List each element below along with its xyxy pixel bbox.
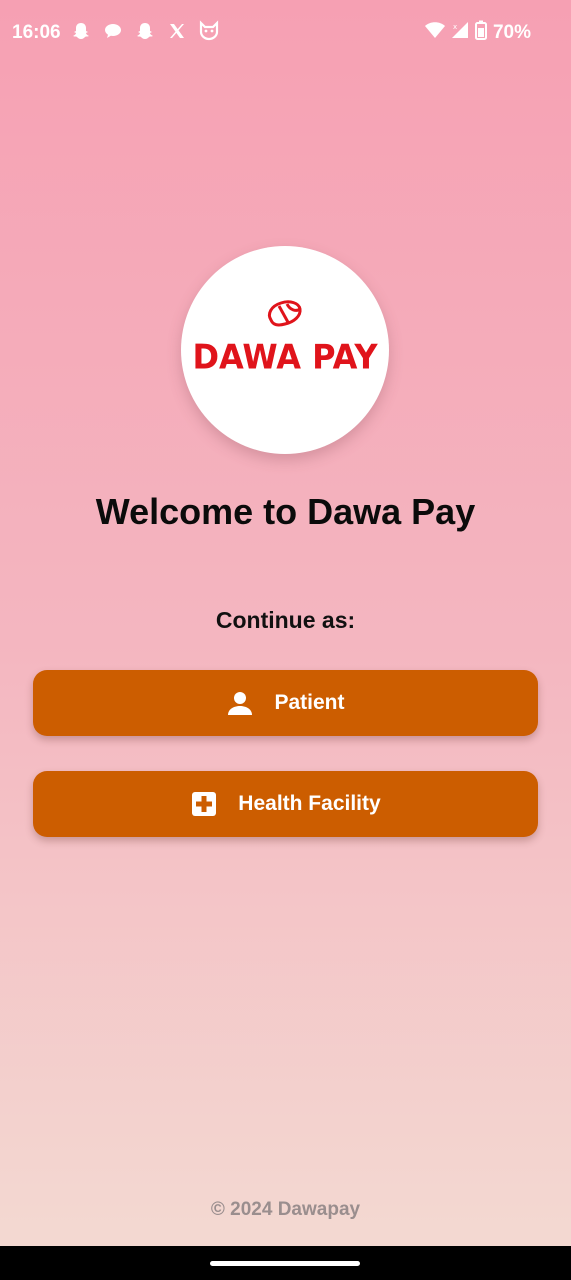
wifi-icon: [424, 21, 445, 44]
app-logo: DAWA PAY: [181, 246, 389, 454]
navigation-bar: [0, 1246, 571, 1280]
x-icon: [166, 20, 188, 42]
continue-as-label: Continue as:: [215, 607, 356, 633]
battery-icon: [474, 20, 487, 45]
pill-icon: [267, 300, 302, 327]
notification-icons: [70, 20, 220, 42]
svg-text:x: x: [453, 23, 457, 31]
health-facility-button[interactable]: Health Facility: [33, 771, 538, 837]
app-screen: 16:06 x 70% DAWA PAY Welcome to Dawa Pay…: [0, 0, 571, 1280]
cat-icon: [198, 20, 220, 42]
chat-bubble-icon: [102, 20, 124, 42]
person-icon: [226, 689, 254, 717]
patient-button[interactable]: Patient: [33, 670, 538, 736]
signal-icon: x: [451, 21, 469, 44]
system-status: x 70%: [424, 20, 531, 45]
page-title: Welcome to Dawa Pay: [95, 491, 476, 532]
patient-button-label: Patient: [274, 691, 345, 714]
copyright-footer: © 2024 Dawapay: [210, 1199, 361, 1220]
medical-cross-icon: [190, 790, 218, 818]
snapchat-icon: [70, 20, 92, 42]
battery-percent: 70%: [492, 21, 531, 43]
snapchat-icon: [134, 20, 156, 42]
status-time: 16:06: [12, 22, 61, 43]
health-facility-button-label: Health Facility: [238, 792, 381, 815]
logo-wordmark: DAWA PAY: [192, 337, 378, 377]
status-bar: 16:06 x 70%: [0, 0, 571, 68]
home-gesture-handle[interactable]: [210, 1261, 360, 1266]
